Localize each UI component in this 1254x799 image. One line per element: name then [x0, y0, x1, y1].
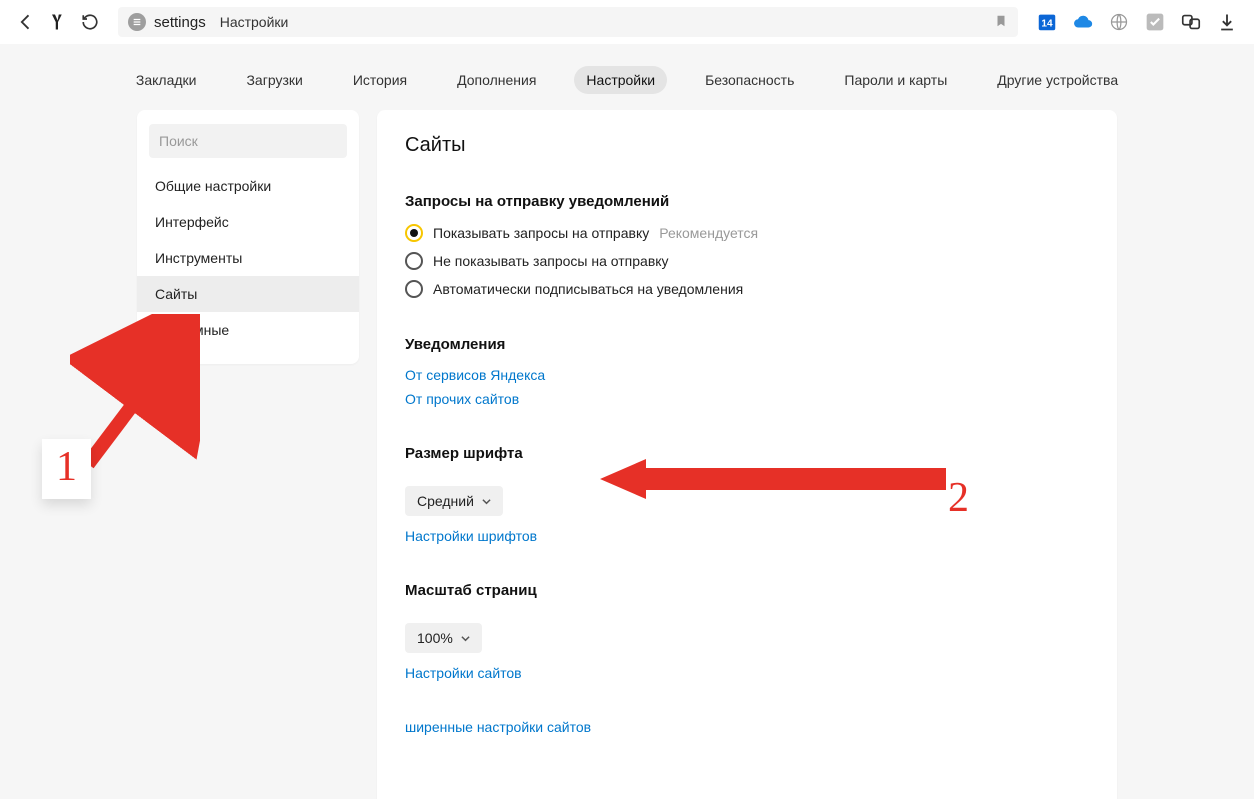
- radio-hide-requests[interactable]: Не показывать запросы на отправку: [405, 252, 1089, 270]
- link-font-settings[interactable]: Настройки шрифтов: [405, 528, 1089, 544]
- settings-tabs: Закладки Загрузки История Дополнения Нас…: [0, 44, 1254, 108]
- link-site-settings[interactable]: Настройки сайтов: [405, 665, 1089, 681]
- radio-hint: Рекомендуется: [659, 225, 758, 241]
- sidebar-item-sites[interactable]: Сайты: [137, 276, 359, 312]
- link-advanced-sites[interactable]: ширенные настройки сайтов: [405, 719, 1089, 735]
- chevron-down-icon: [482, 497, 491, 506]
- tab-downloads[interactable]: Загрузки: [234, 66, 314, 94]
- sidebar-item-general[interactable]: Общие настройки: [137, 168, 359, 204]
- radio-label: Показывать запросы на отправку: [433, 225, 649, 241]
- svg-text:14: 14: [1041, 19, 1053, 30]
- link-yandex-services[interactable]: От сервисов Яндекса: [405, 367, 1089, 383]
- sidebar-item-tools[interactable]: Инструменты: [137, 240, 359, 276]
- tab-devices[interactable]: Другие устройства: [985, 66, 1130, 94]
- sidebar: Поиск Общие настройки Интерфейс Инструме…: [137, 110, 359, 364]
- main-heading: Сайты: [405, 134, 1089, 157]
- select-value: 100%: [417, 630, 453, 646]
- sidebar-item-interface[interactable]: Интерфейс: [137, 204, 359, 240]
- site-icon: [128, 13, 146, 31]
- main-panel: Сайты Запросы на отправку уведомлений По…: [377, 110, 1117, 799]
- ext-calendar-icon[interactable]: 14: [1036, 11, 1058, 33]
- zoom-select[interactable]: 100%: [405, 623, 482, 653]
- tab-extensions[interactable]: Дополнения: [445, 66, 548, 94]
- ext-check-icon[interactable]: [1144, 11, 1166, 33]
- section-font-title: Размер шрифта: [405, 445, 1089, 462]
- annotation-label-1: 1: [42, 439, 91, 499]
- tab-security[interactable]: Безопасность: [693, 66, 806, 94]
- radio-auto-subscribe[interactable]: Автоматически подписываться на уведомлен…: [405, 280, 1089, 298]
- back-icon[interactable]: [16, 12, 36, 32]
- link-other-sites[interactable]: От прочих сайтов: [405, 391, 1089, 407]
- tab-settings[interactable]: Настройки: [574, 66, 667, 94]
- radio-icon: [405, 252, 423, 270]
- reload-icon[interactable]: [80, 12, 100, 32]
- sidebar-item-system[interactable]: Системные: [137, 312, 359, 348]
- url-page-title: Настройки: [220, 14, 289, 30]
- radio-icon: [405, 280, 423, 298]
- font-size-select[interactable]: Средний: [405, 486, 503, 516]
- select-value: Средний: [417, 493, 474, 509]
- page-canvas: Закладки Загрузки История Дополнения Нас…: [0, 44, 1254, 799]
- tab-history[interactable]: История: [341, 66, 419, 94]
- section-notif-req-title: Запросы на отправку уведомлений: [405, 193, 1089, 210]
- yandex-logo-icon[interactable]: [48, 12, 68, 32]
- ext-globe-icon[interactable]: [1108, 11, 1130, 33]
- section-zoom-title: Масштаб страниц: [405, 582, 1089, 599]
- radio-show-requests[interactable]: Показывать запросы на отправку Рекоменду…: [405, 224, 1089, 242]
- toolbar-right: 14: [1036, 11, 1238, 33]
- tab-bookmarks[interactable]: Закладки: [124, 66, 209, 94]
- sidebar-search[interactable]: Поиск: [149, 124, 347, 158]
- radio-label: Не показывать запросы на отправку: [433, 253, 669, 269]
- download-icon[interactable]: [1216, 11, 1238, 33]
- annotation-label-2: 2: [948, 474, 969, 522]
- chevron-down-icon: [461, 634, 470, 643]
- radio-icon: [405, 224, 423, 242]
- section-notif-title: Уведомления: [405, 336, 1089, 353]
- radio-label: Автоматически подписываться на уведомлен…: [433, 281, 743, 297]
- bookmark-icon[interactable]: [994, 14, 1008, 31]
- url-text: settings: [154, 14, 206, 31]
- tab-passwords[interactable]: Пароли и карты: [832, 66, 959, 94]
- address-bar[interactable]: settings Настройки: [118, 7, 1018, 37]
- browser-toolbar: settings Настройки 14: [0, 0, 1254, 44]
- ext-translate-icon[interactable]: [1180, 11, 1202, 33]
- ext-cloud-icon[interactable]: [1072, 11, 1094, 33]
